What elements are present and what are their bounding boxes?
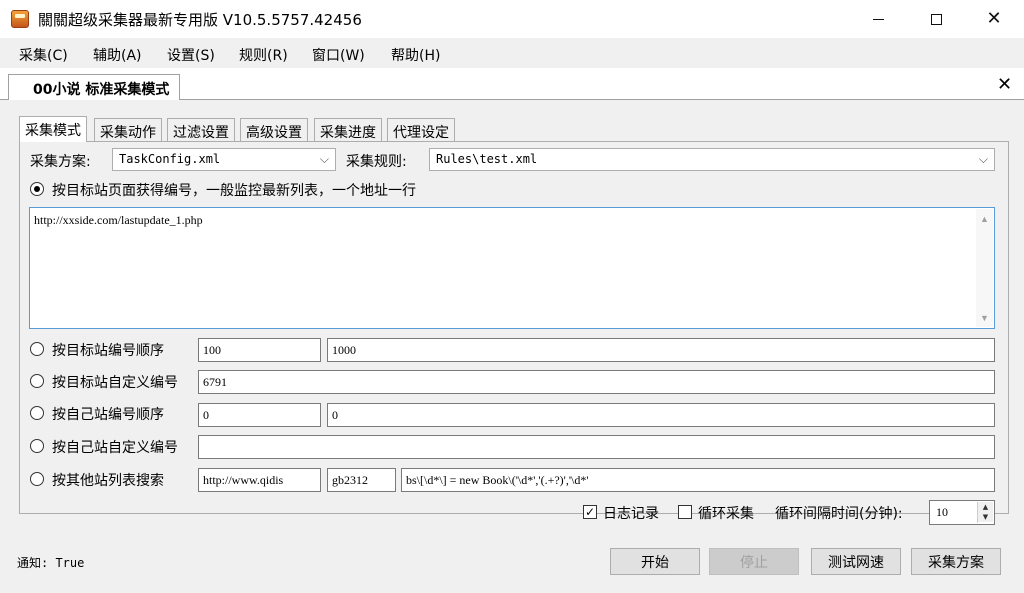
target-seq-label: 按目标站编号顺序 xyxy=(52,343,164,359)
loop-checkbox[interactable] xyxy=(678,505,692,519)
minimize-button[interactable] xyxy=(852,0,904,38)
target-custom-radio[interactable] xyxy=(30,374,44,388)
target-seq-from-input[interactable]: 100 xyxy=(198,338,321,362)
monitor-radio[interactable] xyxy=(30,182,44,196)
start-button[interactable]: 开始 xyxy=(610,548,700,575)
close-icon: ✕ xyxy=(986,8,1002,29)
menu-collect[interactable]: 采集(C) xyxy=(19,45,68,65)
tab-collect-action[interactable]: 采集动作 xyxy=(94,118,162,141)
loop-label: 循环采集 xyxy=(698,506,754,522)
test-speed-button[interactable]: 测试网速 xyxy=(811,548,901,575)
search-url-input[interactable]: http://www.qidis xyxy=(198,468,321,492)
own-custom-label: 按自己站自定义编号 xyxy=(52,440,178,456)
own-seq-from-input[interactable]: 0 xyxy=(198,403,321,427)
own-seq-radio[interactable] xyxy=(30,406,44,420)
scheme-button[interactable]: 采集方案 xyxy=(911,548,1001,575)
maximize-icon xyxy=(930,13,942,25)
menu-help[interactable]: 帮助(H) xyxy=(391,45,440,65)
own-seq-to-input[interactable]: 0 xyxy=(327,403,995,427)
log-label: 日志记录 xyxy=(603,506,659,522)
target-custom-label: 按目标站自定义编号 xyxy=(52,375,178,391)
scroll-up-icon[interactable]: ▲ xyxy=(980,214,989,224)
url-list-text: http://xxside.com/lastupdate_1.php xyxy=(34,213,203,227)
interval-label: 循环间隔时间(分钟): xyxy=(775,506,903,522)
interval-value: 10 xyxy=(936,505,948,519)
document-tab-strip: 00小说 标准采集模式 xyxy=(0,68,1024,101)
maximize-button[interactable] xyxy=(910,0,962,38)
own-custom-radio[interactable] xyxy=(30,439,44,453)
url-list-textarea[interactable]: http://xxside.com/lastupdate_1.php ▲ ▼ xyxy=(29,207,995,329)
app-icon xyxy=(11,10,29,28)
stop-button[interactable]: 停止 xyxy=(709,548,799,575)
tab-advanced-settings[interactable]: 高级设置 xyxy=(240,118,308,141)
menu-window[interactable]: 窗口(W) xyxy=(312,45,365,65)
close-window-button[interactable]: ✕ xyxy=(968,0,1020,38)
window-title: 關關超级采集器最新专用版 V10.5.5757.42456 xyxy=(38,11,362,29)
search-encoding-input[interactable]: gb2312 xyxy=(327,468,396,492)
title-bar: 關關超级采集器最新专用版 V10.5.5757.42456 ✕ xyxy=(0,0,1024,38)
search-regex-input[interactable]: bs\[\d*\] = new Book\('\d*','(.+?)','\d*… xyxy=(401,468,995,492)
status-text: 通知: True xyxy=(17,556,85,570)
interval-spinner[interactable]: 10 ▲ ▼ xyxy=(929,500,995,525)
spin-down-icon[interactable]: ▼ xyxy=(978,512,993,522)
rules-value: Rules\test.xml xyxy=(436,152,538,166)
rules-select[interactable]: Rules\test.xml ⌵ xyxy=(429,148,995,171)
monitor-label: 按目标站页面获得编号，一般监控最新列表，一个地址一行 xyxy=(52,183,416,199)
chevron-down-icon: ⌵ xyxy=(978,152,988,166)
close-document-icon[interactable]: ✕ xyxy=(997,74,1012,95)
scroll-down-icon[interactable]: ▼ xyxy=(980,313,989,323)
minimize-icon xyxy=(872,18,884,20)
menu-settings[interactable]: 设置(S) xyxy=(167,45,215,65)
tab-collect-progress[interactable]: 采集进度 xyxy=(314,118,382,141)
scheme-select[interactable]: TaskConfig.xml ⌵ xyxy=(112,148,336,171)
own-seq-label: 按自己站编号顺序 xyxy=(52,407,164,423)
spin-up-icon[interactable]: ▲ xyxy=(978,502,993,512)
menu-assist[interactable]: 辅助(A) xyxy=(93,45,142,65)
target-seq-radio[interactable] xyxy=(30,342,44,356)
menu-bar: 采集(C) 辅助(A) 设置(S) 规则(R) 窗口(W) 帮助(H) xyxy=(0,38,1024,68)
own-custom-input[interactable] xyxy=(198,435,995,459)
target-custom-input[interactable]: 6791 xyxy=(198,370,995,394)
log-checkbox[interactable]: ✓ xyxy=(583,505,597,519)
tab-filter-settings[interactable]: 过滤设置 xyxy=(167,118,235,141)
target-seq-to-input[interactable]: 1000 xyxy=(327,338,995,362)
textarea-scrollbar[interactable]: ▲ ▼ xyxy=(976,209,993,327)
search-label: 按其他站列表搜索 xyxy=(52,473,164,489)
search-radio[interactable] xyxy=(30,472,44,486)
scheme-value: TaskConfig.xml xyxy=(119,152,221,166)
document-tab[interactable]: 00小说 标准采集模式 xyxy=(8,74,181,101)
tab-proxy-settings[interactable]: 代理设定 xyxy=(387,118,455,141)
scheme-label: 采集方案: xyxy=(30,154,91,170)
rules-label: 采集规则: xyxy=(346,154,407,170)
tab-collect-mode[interactable]: 采集模式 xyxy=(19,116,87,142)
menu-rules[interactable]: 规则(R) xyxy=(239,45,288,65)
chevron-down-icon: ⌵ xyxy=(319,152,329,166)
